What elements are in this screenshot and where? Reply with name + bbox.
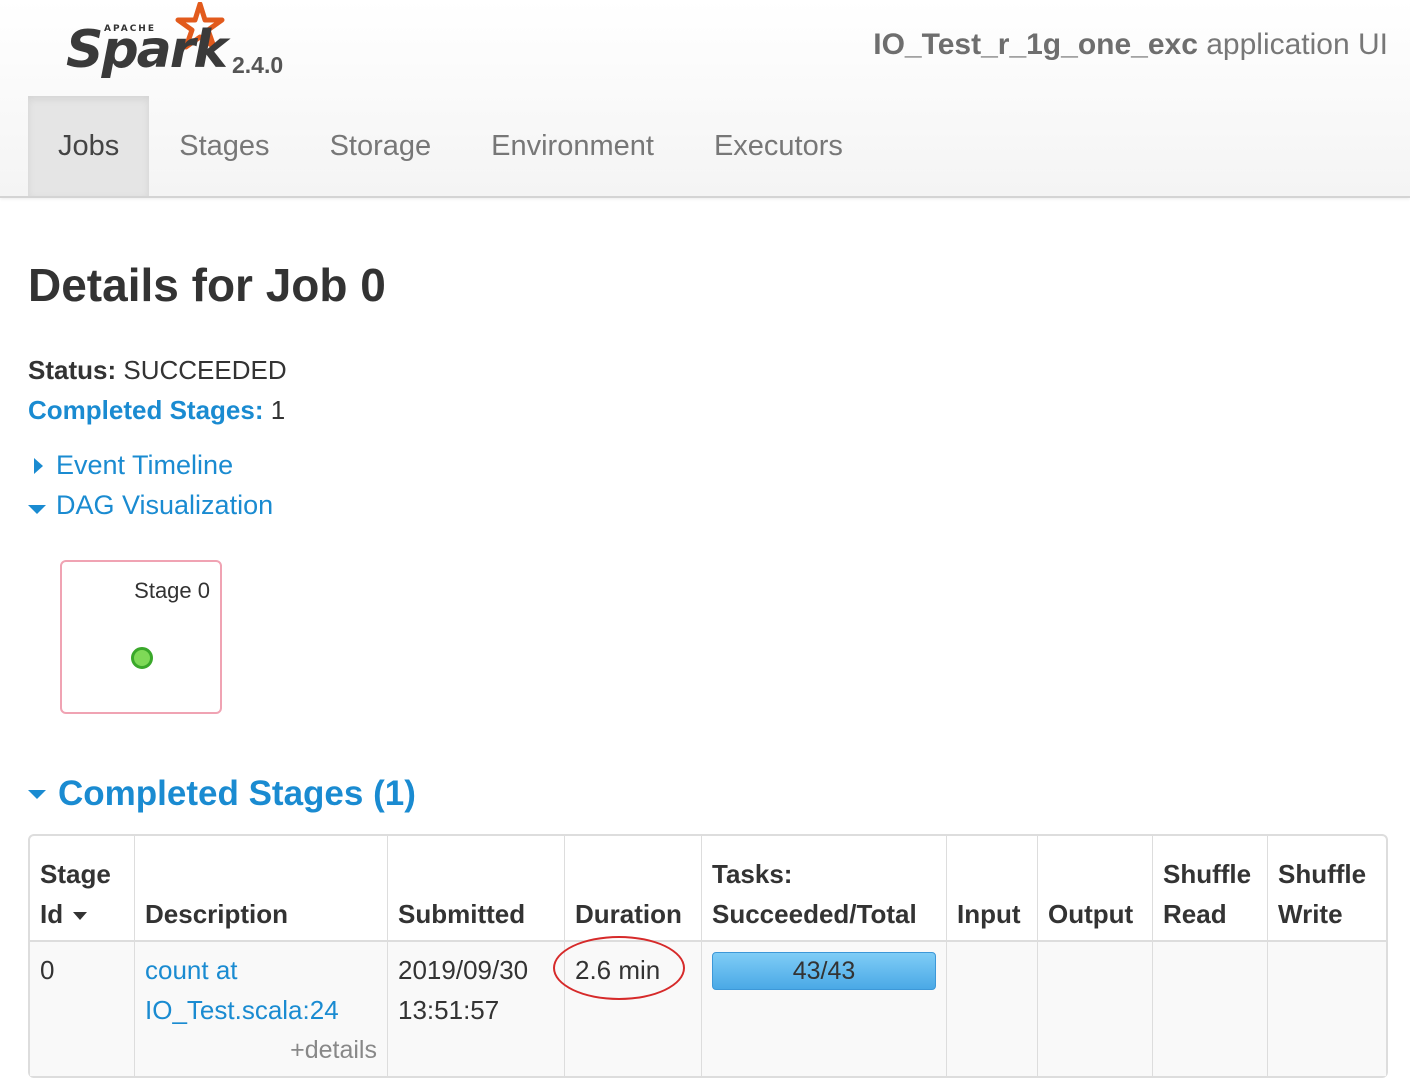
col-tasks-line1: Tasks: <box>712 859 793 889</box>
cell-tasks: 43/43 <box>701 940 946 1076</box>
table-row: 0 count at IO_Test.scala:24 +details 2019… <box>30 936 1386 1076</box>
col-description[interactable]: Description <box>134 836 387 940</box>
col-stage-id[interactable]: Stage Id <box>30 836 134 940</box>
caret-down-icon <box>28 490 56 521</box>
col-shuffle-write-line1: Shuffle <box>1278 859 1367 889</box>
col-shuffle-read[interactable]: Shuffle Read <box>1152 836 1267 940</box>
caret-right-icon <box>28 450 56 481</box>
col-stage-id-line2: Id <box>40 899 64 929</box>
dag-stage-box[interactable]: Stage 0 <box>60 560 222 714</box>
description-line2: IO_Test.scala:24 <box>145 995 339 1025</box>
cell-duration: 2.6 min <box>553 936 701 1076</box>
table-header-row: Stage Id Description Submitted Duration T… <box>30 836 1386 940</box>
app-title-suffix: application UI <box>1197 28 1388 61</box>
cell-output <box>1037 940 1152 1076</box>
description-line1: count at <box>145 955 238 985</box>
stage-description-link[interactable]: count at IO_Test.scala:24 <box>145 955 339 1025</box>
sort-desc-icon[interactable] <box>73 912 88 921</box>
tasks-progress-label: 43/43 <box>792 957 856 985</box>
cell-description: count at IO_Test.scala:24 +details <box>134 940 387 1076</box>
completed-stages-section-toggle[interactable]: Completed Stages (1) <box>28 774 416 814</box>
col-stage-id-line1: Stage <box>40 859 111 889</box>
details-toggle[interactable]: +details <box>145 1030 377 1070</box>
page-title: Details for Job 0 <box>28 259 386 311</box>
spark-version: 2.4.0 <box>232 52 284 78</box>
logo-spark-text: Spark <box>66 20 228 80</box>
col-tasks[interactable]: Tasks: Succeeded/Total <box>701 836 946 940</box>
dag-visualization-toggle[interactable]: DAG Visualization <box>28 490 273 521</box>
job-summary: Status: SUCCEEDED Completed Stages: 1 <box>28 350 287 430</box>
col-shuffle-write[interactable]: Shuffle Write <box>1267 836 1386 940</box>
app-name: IO_Test_r_1g_one_exc <box>873 28 1198 61</box>
event-timeline-label: Event Timeline <box>56 450 234 480</box>
cell-shuffle-read <box>1152 940 1267 1076</box>
completed-stages-row: Completed Stages: 1 <box>28 390 287 430</box>
tab-storage[interactable]: Storage <box>300 96 462 196</box>
status-label: Status: <box>28 355 117 385</box>
cell-input <box>946 940 1037 1076</box>
col-shuffle-write-line2: Write <box>1278 899 1343 929</box>
application-title: IO_Test_r_1g_one_exc application UI <box>873 28 1388 62</box>
tab-executors[interactable]: Executors <box>684 96 873 196</box>
cell-submitted: 2019/09/30 13:51:57 <box>387 940 564 1076</box>
col-input[interactable]: Input <box>946 836 1037 940</box>
cell-shuffle-write <box>1267 940 1386 1076</box>
completed-stages-count: 1 <box>270 395 286 425</box>
tab-environment[interactable]: Environment <box>461 96 684 196</box>
col-output[interactable]: Output <box>1037 836 1152 940</box>
status-row: Status: SUCCEEDED <box>28 350 287 390</box>
submitted-date: 2019/09/30 <box>398 955 529 985</box>
dag-stage-label: Stage 0 <box>134 578 210 603</box>
col-duration[interactable]: Duration <box>564 836 701 940</box>
tab-jobs[interactable]: Jobs <box>28 96 150 196</box>
main-nav-tabs: Jobs Stages Storage Environment Executor… <box>28 96 873 196</box>
col-submitted[interactable]: Submitted <box>387 836 564 940</box>
dag-visualization-label: DAG Visualization <box>56 490 274 520</box>
dag-rdd-node[interactable] <box>131 647 153 669</box>
event-timeline-toggle[interactable]: Event Timeline <box>28 450 233 481</box>
submitted-time: 13:51:57 <box>398 995 500 1025</box>
col-shuffle-read-line2: Read <box>1163 899 1227 929</box>
tab-stages[interactable]: Stages <box>149 96 299 196</box>
col-shuffle-read-line1: Shuffle <box>1163 859 1252 889</box>
completed-stages-link[interactable]: Completed Stages: <box>28 395 264 425</box>
status-value: SUCCEEDED <box>123 355 287 385</box>
col-tasks-line2: Succeeded/Total <box>712 899 917 929</box>
cell-stage-id: 0 <box>30 940 134 1076</box>
caret-down-icon <box>28 789 46 799</box>
duration-wrap: 2.6 min <box>553 936 685 1000</box>
completed-stages-section-title: Completed Stages (1) <box>58 774 416 813</box>
annotation-circle <box>553 936 685 1000</box>
top-navbar: APACHE Spark 2.4.0 IO_Test_r_1g_one_exc … <box>0 0 1410 198</box>
completed-stages-table: Stage Id Description Submitted Duration T… <box>28 834 1388 1078</box>
tasks-progress-bar: 43/43 <box>712 952 936 990</box>
